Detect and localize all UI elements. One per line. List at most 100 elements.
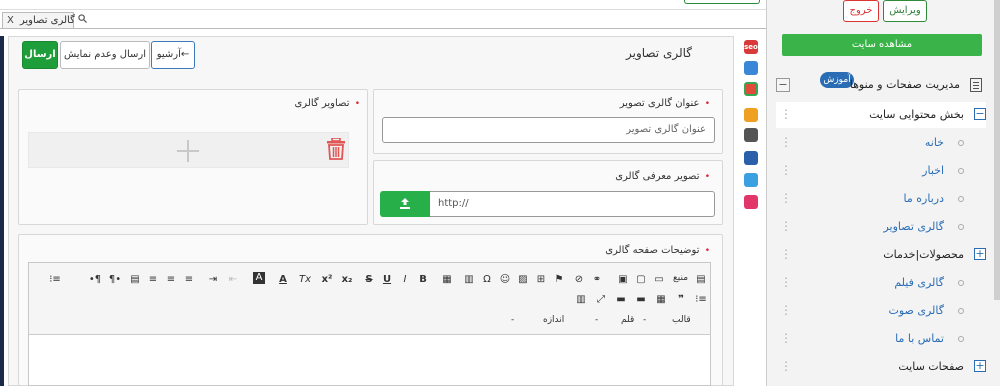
italic-icon[interactable]: I xyxy=(397,273,413,287)
tab-close-icon[interactable]: X xyxy=(7,15,14,26)
collapse-icon[interactable]: − xyxy=(974,108,986,120)
table-cell-icon[interactable]: ⊞ xyxy=(533,273,549,287)
align-left-icon[interactable]: ≡ xyxy=(181,273,197,287)
logout-button[interactable]: خروج xyxy=(843,0,879,22)
settings-icon[interactable] xyxy=(744,128,758,142)
sidebar-item-video-gallery[interactable]: ⋮ گالری فیلم xyxy=(776,270,986,296)
tab-image-gallery[interactable]: X گالری تصاویر xyxy=(2,12,87,29)
align-right-icon[interactable]: ≡ xyxy=(145,273,161,287)
sidebar-item-contact[interactable]: ⋮ تماس با ما xyxy=(776,326,986,352)
top-partial-button[interactable] xyxy=(684,0,760,4)
add-image-icon[interactable] xyxy=(176,139,200,163)
tab-title: گالری تصاویر xyxy=(19,15,75,26)
image-icon[interactable]: ▨ xyxy=(515,273,531,287)
show-blocks-icon[interactable]: ▥ xyxy=(573,293,589,307)
drag-handle-icon[interactable]: ⋮ xyxy=(780,220,792,232)
expand-icon[interactable]: + xyxy=(974,248,986,260)
sidebar-item-about[interactable]: ⋮ درباره ما xyxy=(776,186,986,212)
page-break-icon[interactable]: ▬ xyxy=(613,293,629,307)
upload-button[interactable] xyxy=(380,191,430,217)
google-icon[interactable] xyxy=(744,82,758,96)
message-icon[interactable] xyxy=(744,108,758,122)
drag-handle-icon[interactable]: ⋮ xyxy=(780,360,792,372)
maximize-icon[interactable]: ⤢ xyxy=(593,293,609,307)
sidebar-item-news[interactable]: ⋮ اخبار xyxy=(776,158,986,184)
print-icon[interactable]: ▣ xyxy=(615,273,631,287)
drag-handle-icon[interactable]: ⋮ xyxy=(780,276,792,288)
justify-icon[interactable]: ▤ xyxy=(127,273,143,287)
superscript-icon[interactable]: x² xyxy=(319,273,335,287)
special-char-icon[interactable]: Ω xyxy=(479,273,495,287)
remove-format-icon[interactable]: Tx xyxy=(297,273,313,287)
template-icon[interactable]: ▭ xyxy=(651,273,667,287)
view-site-button[interactable]: مشاهده سایت xyxy=(782,34,982,56)
trash-icon[interactable] xyxy=(327,137,345,160)
preview-icon[interactable]: ▢ xyxy=(633,273,649,287)
rtl-icon[interactable]: •¶ xyxy=(87,273,103,287)
bg-color-icon[interactable]: A xyxy=(253,272,265,284)
drag-handle-icon[interactable]: ⋮ xyxy=(780,332,792,344)
horizontal-rule-icon[interactable]: ▬ xyxy=(633,293,649,307)
drag-handle-icon[interactable]: ⋮ xyxy=(780,192,792,204)
underline-icon[interactable]: U xyxy=(379,273,395,287)
drag-handle-icon[interactable]: ⋮ xyxy=(780,164,792,176)
clipboard-icon[interactable]: ▦ xyxy=(439,273,455,287)
bold-icon[interactable]: B xyxy=(415,273,431,287)
expand-icon[interactable]: + xyxy=(974,360,986,372)
editor-toolbar: منبع ▤ ▭ ▢ ▣ ⚭ ⊘ ⚑ ⊞ ▨ ☺ Ω ▥ ▦ B I U S x… xyxy=(29,263,710,335)
strike-icon[interactable]: S xyxy=(361,273,377,287)
archive-button[interactable]: آرشیو← xyxy=(151,41,195,69)
send-button[interactable]: ارسال xyxy=(22,41,58,69)
unlink-icon[interactable]: ⊘ xyxy=(571,273,587,287)
drag-handle-icon[interactable]: ⋮ xyxy=(780,248,792,260)
share-icon[interactable] xyxy=(744,61,758,75)
upload-icon xyxy=(400,198,410,209)
drag-handle-icon[interactable]: ⋮ xyxy=(780,108,792,120)
source-button-label[interactable]: منبع xyxy=(673,273,688,283)
sidebar-item-audio-gallery[interactable]: ⋮ گالری صوت xyxy=(776,298,986,324)
sidebar-scrollbar[interactable] xyxy=(994,0,1000,300)
bullet-icon xyxy=(958,224,964,230)
smiley-icon[interactable]: ☺ xyxy=(497,273,513,287)
paste-icon[interactable]: ▥ xyxy=(461,273,477,287)
sidebar-item-label: صفحات سایت xyxy=(898,360,964,373)
send-hidden-button[interactable]: ارسال وعدم نمایش xyxy=(60,41,150,69)
font-combo[interactable]: قلم xyxy=(621,315,634,325)
page-title: گالری تصاویر xyxy=(625,46,692,60)
size-combo[interactable]: اندازه xyxy=(543,315,564,325)
subscript-icon[interactable]: x₂ xyxy=(339,273,355,287)
link-icon[interactable]: ⚭ xyxy=(589,273,605,287)
gallery-title-input[interactable]: عنوان گالری تصویر xyxy=(382,117,715,143)
indent-icon[interactable]: ⇥ xyxy=(205,273,221,287)
font-combo-arrow[interactable]: - xyxy=(595,315,598,325)
list-icon[interactable]: ⁝≡ xyxy=(47,273,63,287)
format-combo[interactable]: قالب xyxy=(672,315,691,325)
sidebar-item-content-section[interactable]: ⋮ بخش محتوایی سایت − xyxy=(776,102,986,128)
sidebar-item-products[interactable]: ⋮ محصولات|خدمات + xyxy=(776,242,986,268)
intro-image-url-input[interactable]: http:// xyxy=(430,191,715,217)
text-color-icon[interactable]: A xyxy=(275,273,291,287)
bulleted-list-icon[interactable]: ⁝≡ xyxy=(693,293,709,307)
manage-pages-menus[interactable]: − آموزش مدیریت صفحات و منوها xyxy=(776,72,986,98)
format-combo-arrow[interactable]: - xyxy=(643,315,646,325)
align-center-icon[interactable]: ≡ xyxy=(163,273,179,287)
sidebar-item-image-gallery[interactable]: ⋮ گالری تصاویر xyxy=(776,214,986,240)
sidebar-item-home[interactable]: ⋮ خانه xyxy=(776,130,986,156)
blockquote-icon[interactable]: ❞ xyxy=(673,293,689,307)
drag-handle-icon[interactable]: ⋮ xyxy=(780,136,792,148)
chat-icon[interactable] xyxy=(744,173,758,187)
lock-icon[interactable] xyxy=(744,195,758,209)
anchor-icon[interactable]: ⚑ xyxy=(551,273,567,287)
table-icon[interactable]: ▦ xyxy=(653,293,669,307)
outdent-icon[interactable]: ⇤ xyxy=(225,273,241,287)
seo-icon[interactable]: seo xyxy=(744,40,758,54)
source-icon[interactable]: ▤ xyxy=(693,273,709,287)
collapse-sidebar-button[interactable]: − xyxy=(776,78,790,92)
size-combo-arrow[interactable]: - xyxy=(511,315,514,325)
ltr-icon[interactable]: ¶• xyxy=(107,273,123,287)
users-icon[interactable] xyxy=(744,151,758,165)
images-label: تصاویر گالری • xyxy=(230,98,360,109)
sidebar-item-site-pages[interactable]: ⋮ صفحات سایت + xyxy=(776,354,986,380)
edit-button[interactable]: ویرایش xyxy=(883,0,927,22)
drag-handle-icon[interactable]: ⋮ xyxy=(780,304,792,316)
